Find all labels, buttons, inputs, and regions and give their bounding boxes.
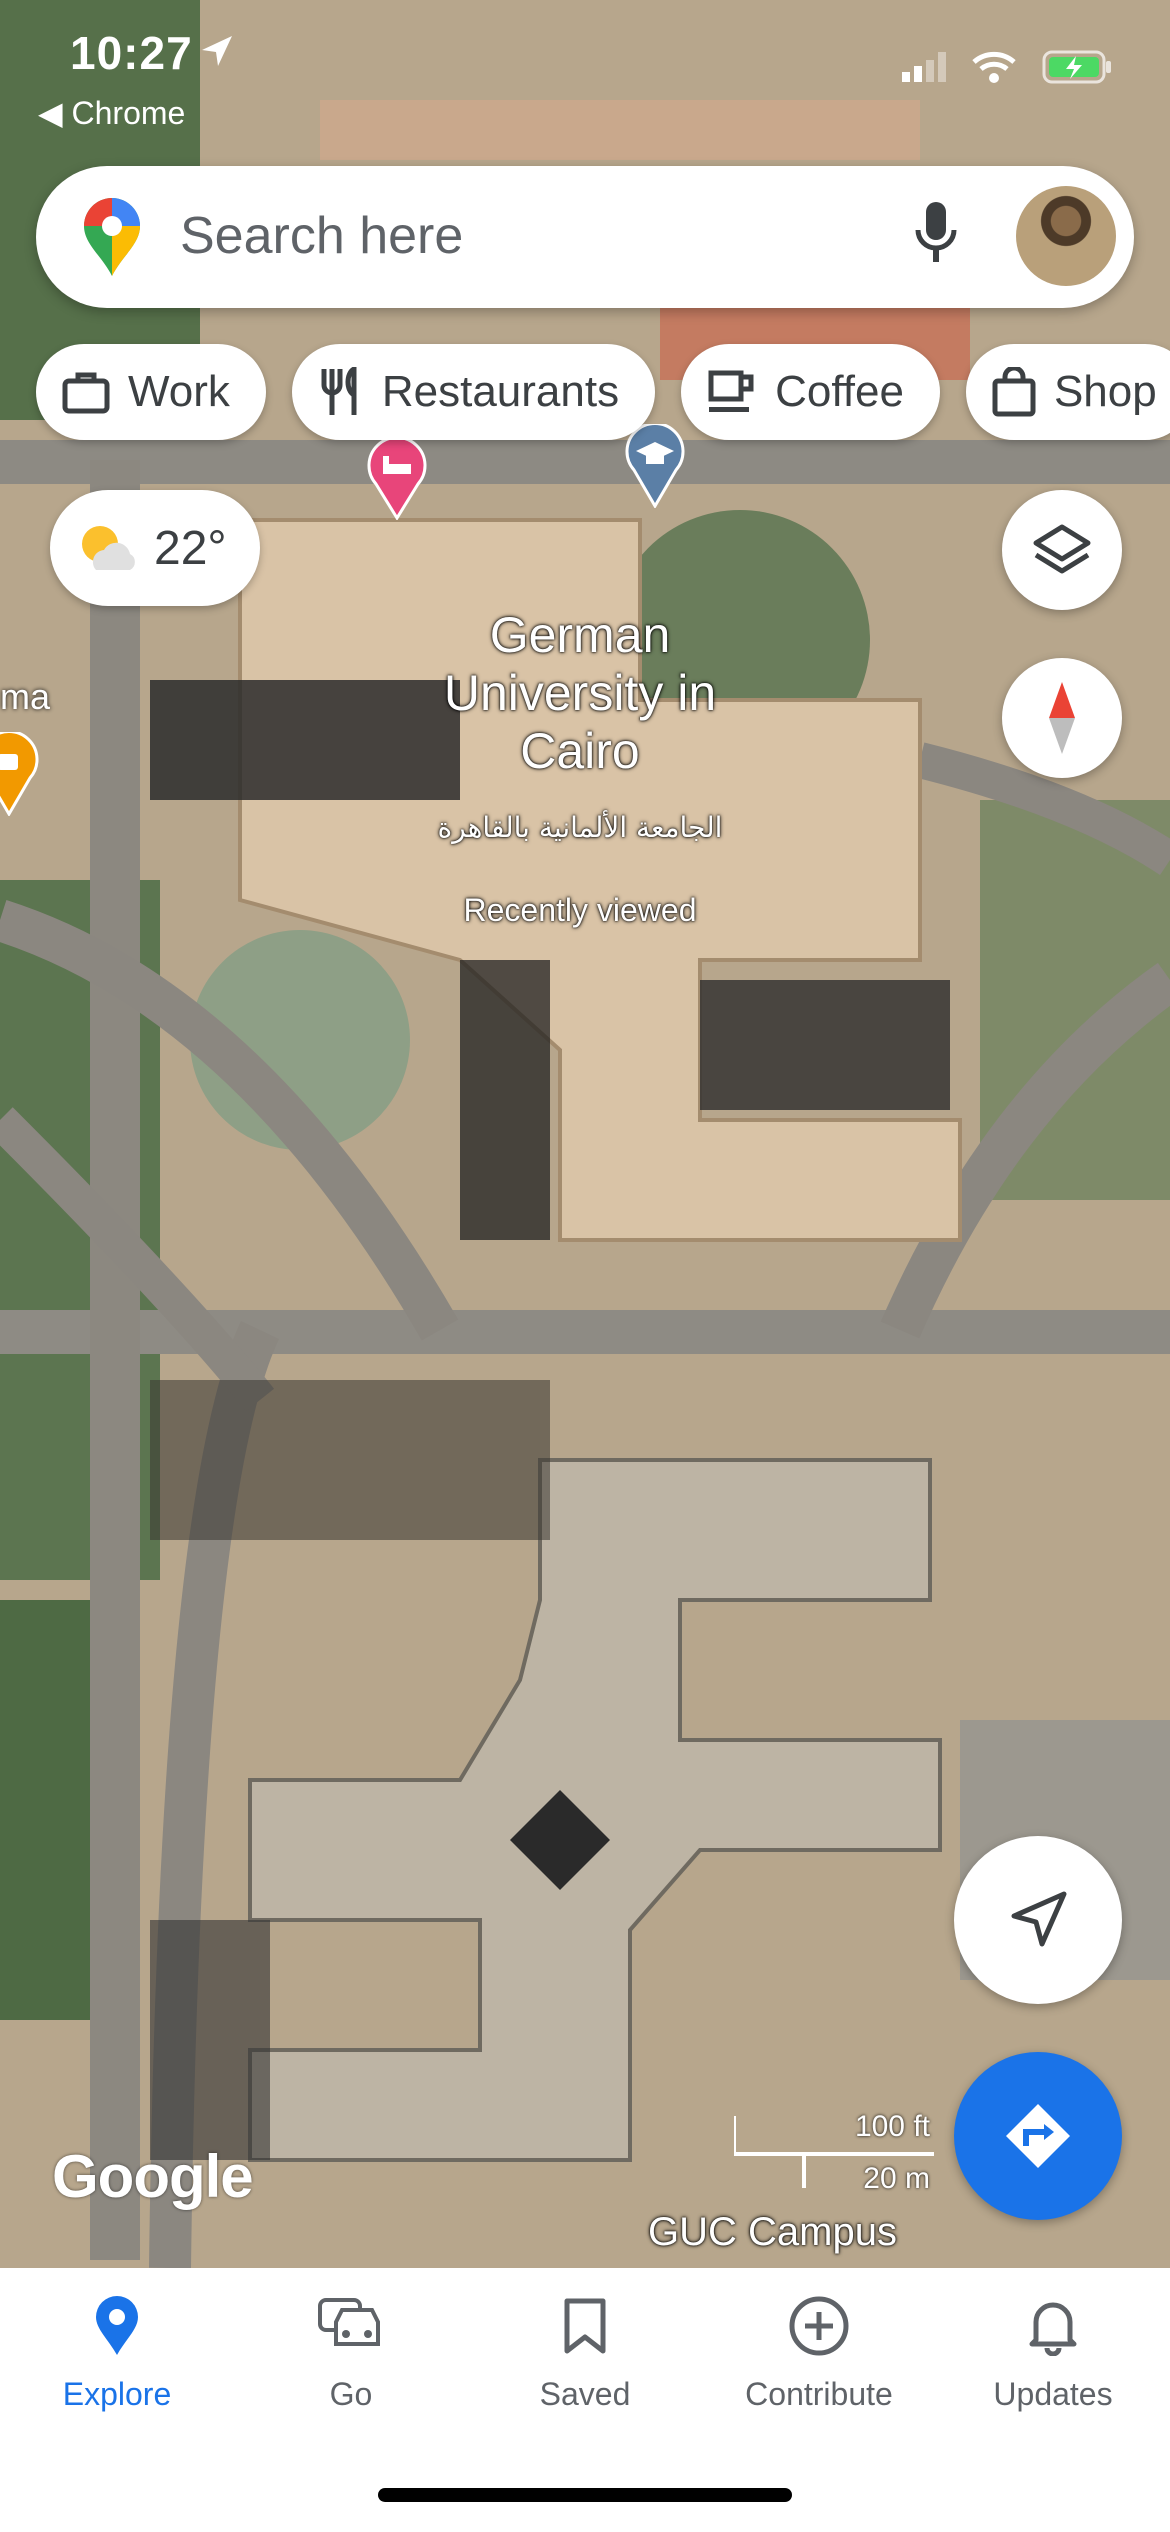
chip-shop[interactable]: Shop: [965, 344, 1170, 440]
chip-work[interactable]: Work: [36, 344, 266, 440]
fork-knife-icon: [321, 367, 357, 415]
microphone-icon[interactable]: [914, 200, 958, 270]
tab-explore-label: Explore: [62, 2376, 172, 2412]
coffee-cup-icon: [708, 370, 754, 412]
tab-contribute-label: Contribute: [745, 2376, 893, 2412]
compass-button[interactable]: [1002, 658, 1122, 778]
back-app-label: Chrome: [71, 95, 186, 131]
campus-label[interactable]: GUC Campus: [648, 2210, 897, 2255]
coffee-marker-icon[interactable]: [0, 732, 40, 816]
tab-saved-label: Saved: [539, 2376, 631, 2412]
bookmark-icon: [564, 2298, 606, 2354]
status-icons: [902, 50, 1112, 84]
my-location-icon: [1011, 1891, 1067, 1947]
my-location-button[interactable]: [954, 1836, 1122, 2004]
avatar[interactable]: [1016, 186, 1116, 286]
back-to-app[interactable]: ◀ Chrome: [38, 94, 185, 132]
battery-charging-icon: [1042, 50, 1111, 84]
weather-chip[interactable]: 22°: [50, 490, 260, 606]
chip-work-label: Work: [128, 367, 230, 416]
briefcase-icon: [62, 372, 110, 414]
weather-temperature: 22°: [154, 521, 227, 575]
place-title-arabic[interactable]: الجامعة الألمانية بالقاهرة: [430, 808, 730, 848]
google-attribution: Google: [52, 2143, 254, 2210]
place-subtitle: Recently viewed: [463, 892, 697, 928]
layers-icon: [1033, 524, 1091, 574]
status-time: 10:27: [70, 27, 193, 79]
tab-contribute[interactable]: Contribute: [702, 2288, 936, 2413]
hotel-marker-icon[interactable]: [366, 440, 428, 520]
search-input[interactable]: Search here: [180, 206, 463, 266]
tab-explore[interactable]: Explore: [0, 2288, 234, 2413]
tab-updates[interactable]: Updates: [936, 2288, 1170, 2413]
scale-metric: 20 m: [863, 2162, 930, 2195]
chip-shop-label: Shop: [1053, 367, 1157, 416]
compass-icon: [1049, 682, 1075, 754]
wifi-icon: [972, 51, 1016, 83]
search-bar[interactable]: Search here: [36, 166, 1134, 308]
chip-coffee[interactable]: Coffee: [681, 344, 940, 440]
map-side-label[interactable]: ma: [0, 676, 50, 718]
scale-bar: 100 ft 20 m: [734, 2110, 934, 2195]
status-bar: 10:27 ◀ Chrome: [0, 0, 1170, 150]
scale-imperial: 100 ft: [854, 2110, 930, 2143]
car-icon: [318, 2298, 380, 2346]
chip-coffee-label: Coffee: [775, 367, 904, 416]
place-title[interactable]: German University in Cairo: [430, 606, 730, 780]
google-maps-pin-icon: [84, 198, 140, 276]
directions-icon: [1006, 2104, 1070, 2168]
explore-pin-icon: [96, 2296, 138, 2355]
home-indicator[interactable]: [378, 2488, 792, 2502]
shopping-bag-icon: [992, 367, 1036, 417]
tab-go-label: Go: [329, 2376, 373, 2412]
bell-icon: [1029, 2302, 1077, 2356]
cellular-signal-icon: [902, 52, 946, 82]
tab-saved[interactable]: Saved: [468, 2288, 702, 2413]
category-chips: Work Restaurants Coffee Shop: [36, 344, 1170, 440]
directions-button[interactable]: [954, 2052, 1122, 2220]
chip-restaurants[interactable]: Restaurants: [291, 344, 656, 440]
back-arrow-icon: ◀: [38, 95, 72, 131]
partly-cloudy-icon: [82, 526, 135, 570]
location-arrow-icon: [202, 36, 232, 66]
layers-button[interactable]: [1002, 490, 1122, 610]
tab-go[interactable]: Go: [234, 2288, 468, 2413]
chip-restaurants-label: Restaurants: [381, 367, 620, 416]
tab-updates-label: Updates: [993, 2376, 1113, 2412]
plus-circle-icon: [789, 2296, 849, 2356]
